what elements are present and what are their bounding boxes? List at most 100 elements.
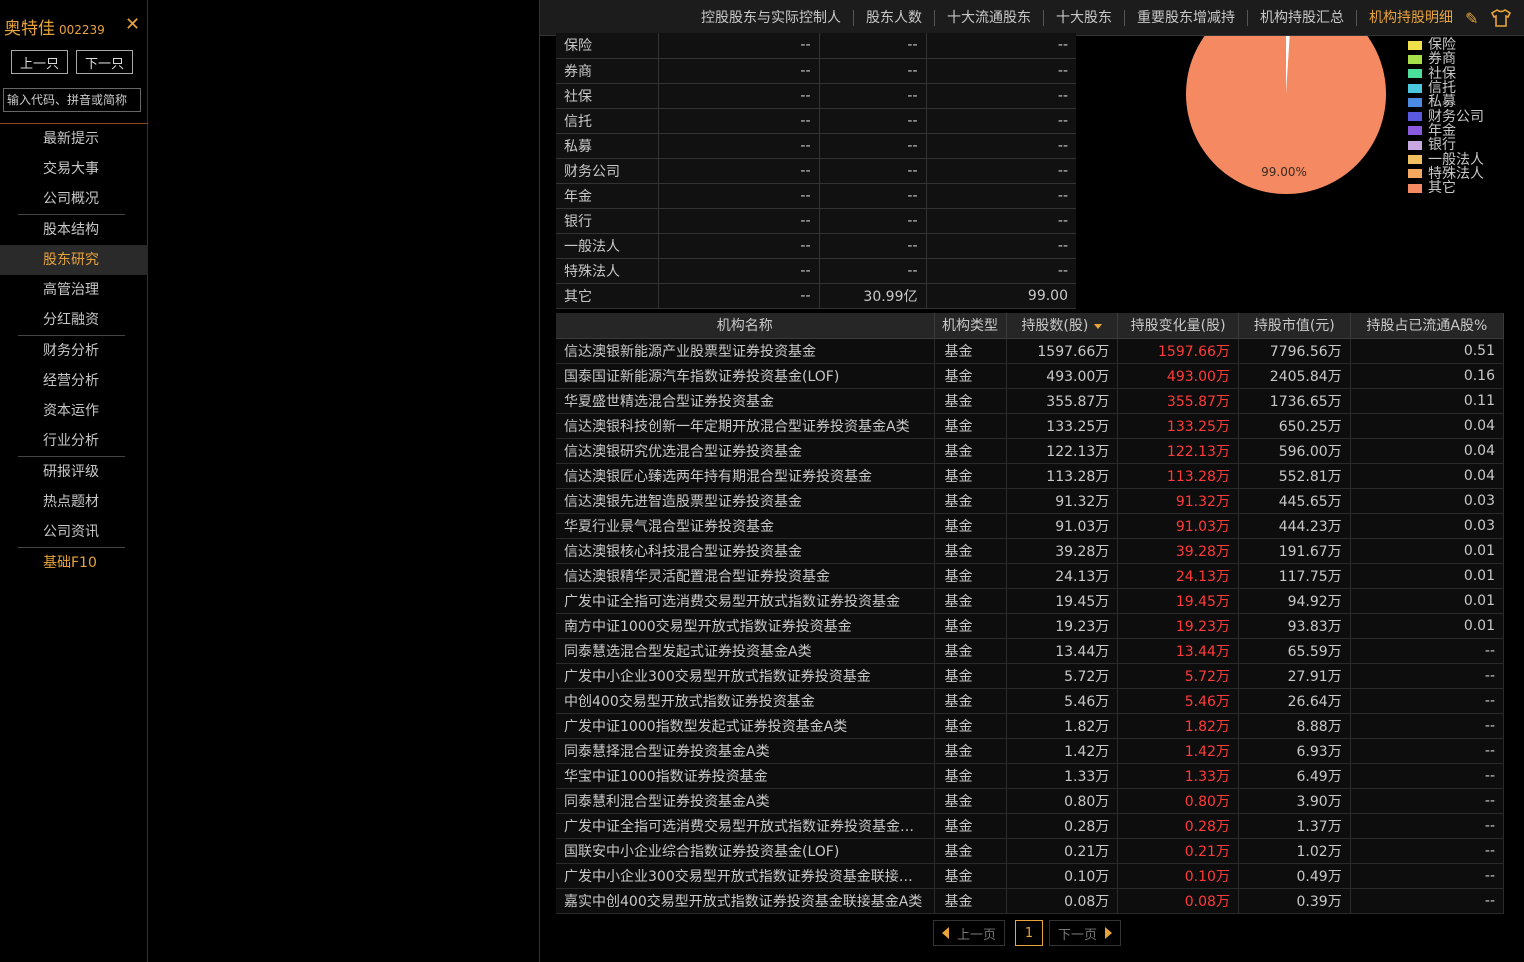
float-ratio: -- [1350, 713, 1505, 739]
sidebar-item[interactable]: 资本运作 [0, 396, 148, 426]
sidebar-item[interactable]: 股本结构 [0, 215, 148, 245]
market-value: 1.02万 [1238, 838, 1351, 864]
shares-change: 122.13万 [1117, 438, 1239, 464]
table-row[interactable]: 国泰国证新能源汽车指数证券投资基金(LOF) 基金 493.00万 493.00万 24… [556, 363, 1505, 389]
sidebar-item[interactable]: 行业分析 [0, 426, 148, 456]
table-row[interactable]: 广发中证1000指数型发起式证券投资基金A类 基金 1.82万 1.82万 8.88万 -… [556, 713, 1505, 739]
prev-stock-button[interactable]: 上一只 [11, 50, 68, 74]
legend-swatch [1408, 40, 1422, 50]
table-row[interactable]: 国联安中小企业综合指数证券投资基金(LOF) 基金 0.21万 0.21万 1.02万 -… [556, 838, 1505, 864]
table-row[interactable]: 同泰慧择混合型证券投资基金A类 基金 1.42万 1.42万 6.93万 -- [556, 738, 1505, 764]
legend-item: 保险 [1408, 38, 1484, 52]
shares-change: 0.08万 [1117, 888, 1239, 914]
table-row[interactable]: 南方中证1000交易型开放式指数证券投资基金 基金 19.23万 19.23万 93.8… [556, 613, 1505, 639]
institution-type: 基金 [934, 463, 1007, 489]
summary-value: -- [658, 208, 820, 234]
table-row[interactable]: 信达澳银核心科技混合型证券投资基金 基金 39.28万 39.28万 191.67万 0.… [556, 538, 1505, 564]
table-row[interactable]: 信达澳银研究优选混合型证券投资基金 基金 122.13万 122.13万 596.00万… [556, 438, 1505, 464]
table-row[interactable]: 中创400交易型开放式指数证券投资基金 基金 5.46万 5.46万 26.64万 -- [556, 688, 1505, 714]
float-ratio: -- [1350, 688, 1505, 714]
sidebar-item[interactable]: 股东研究 [0, 245, 148, 275]
next-stock-button[interactable]: 下一只 [76, 50, 133, 74]
sidebar-menu: 最新提示 交易大事 公司概况 股本结构 股东研究 高管治理 分红融资 财务分析 经营分析 资本运作… [0, 124, 148, 578]
table-row[interactable]: 广发中小企业300交易型开放式指数证券投资基金联接基金... 基金 0.10万 0.1… [556, 863, 1505, 889]
institution-name: 中创400交易型开放式指数证券投资基金 [556, 688, 935, 714]
table-row[interactable]: 华宝中证1000指数证券投资基金 基金 1.33万 1.33万 6.49万 -- [556, 763, 1505, 789]
column-header[interactable]: 持股变化量(股) [1117, 313, 1239, 339]
sidebar-item[interactable]: 基础F10 [0, 548, 148, 578]
institution-type: 基金 [934, 888, 1007, 914]
table-row[interactable]: 同泰慧选混合型发起式证券投资基金A类 基金 13.44万 13.44万 65.59万 -- [556, 638, 1505, 664]
tab[interactable]: 机构持股汇总 [1247, 10, 1356, 26]
shares-change: 0.21万 [1117, 838, 1239, 864]
summary-value: -- [926, 183, 1076, 209]
table-row[interactable]: 信达澳银新能源产业股票型证券投资基金 基金 1597.66万 1597.66万 7796… [556, 338, 1505, 364]
main-panel: 控股股东与实际控制人 股东人数 十大流通股东 十大股东 重要股东增减持 机构持股汇总 机构持… [539, 0, 1524, 962]
institution-name: 华宝中证1000指数证券投资基金 [556, 763, 935, 789]
table-row[interactable]: 同泰慧利混合型证券投资基金A类 基金 0.80万 0.80万 3.90万 -- [556, 788, 1505, 814]
summary-value: -- [926, 108, 1076, 134]
sidebar-item[interactable]: 分红融资 [0, 305, 148, 335]
float-ratio: -- [1350, 763, 1505, 789]
float-ratio: -- [1350, 638, 1505, 664]
shares-change: 1.82万 [1117, 713, 1239, 739]
institution-type: 基金 [934, 513, 1007, 539]
table-row[interactable]: 华夏盛世精选混合型证券投资基金 基金 355.87万 355.87万 1736.65万 0… [556, 388, 1505, 414]
tab[interactable]: 股东人数 [853, 10, 934, 26]
column-header[interactable]: 持股占已流通A股% [1350, 313, 1505, 339]
legend-item: 年金 [1408, 124, 1484, 138]
legend-label: 券商 [1428, 51, 1456, 68]
table-row[interactable]: 嘉实中创400交易型开放式指数证券投资基金联接基金A类 基金 0.08万 0.08万 0… [556, 888, 1505, 914]
tab[interactable]: 控股股东与实际控制人 [689, 10, 853, 26]
stock-search-input[interactable] [3, 88, 141, 112]
table-row[interactable]: 华夏行业景气混合型证券投资基金 基金 91.03万 91.03万 444.23万 0.03 [556, 513, 1505, 539]
tab[interactable]: 十大股东 [1043, 10, 1124, 26]
sidebar-item[interactable]: 经营分析 [0, 366, 148, 396]
table-row[interactable]: 信达澳银精华灵活配置混合型证券投资基金 基金 24.13万 24.13万 117.75万… [556, 563, 1505, 589]
summary-value: -- [926, 58, 1076, 84]
summary-row: 财务公司 -- -- -- [556, 158, 1076, 184]
shirt-icon[interactable] [1490, 9, 1512, 31]
summary-value: 30.99亿 [819, 283, 927, 309]
table-row[interactable]: 信达澳银匠心臻选两年持有期混合型证券投资基金 基金 113.28万 113.28万 55… [556, 463, 1505, 489]
sidebar-item[interactable]: 交易大事 [0, 154, 148, 184]
table-row[interactable]: 信达澳银先进智造股票型证券投资基金 基金 91.32万 91.32万 445.65万 0.… [556, 488, 1505, 514]
summary-row: 年金 -- -- -- [556, 183, 1076, 209]
float-ratio: 0.16 [1350, 363, 1505, 389]
pie-legend: 保险 券商 社保 信托 私募 财务公司 年金 银行 一般法人 特殊法人 其它 [1408, 38, 1484, 195]
next-page-button[interactable]: 下一页 [1049, 920, 1122, 946]
sidebar-item[interactable]: 公司资讯 [0, 517, 148, 547]
institution-type: 基金 [934, 438, 1007, 464]
column-header[interactable]: 持股市值(元) [1238, 313, 1351, 339]
summary-row: 券商 -- -- -- [556, 58, 1076, 84]
tab[interactable]: 重要股东增减持 [1124, 10, 1247, 26]
table-row[interactable]: 广发中证全指可选消费交易型开放式指数证券投资基金发... 基金 0.28万 0.28万… [556, 813, 1505, 839]
page-number-button[interactable]: 1 [1015, 920, 1044, 946]
summary-value: -- [819, 183, 927, 209]
sidebar-item[interactable]: 高管治理 [0, 275, 148, 305]
edit-icon[interactable]: ✎ [1465, 9, 1478, 28]
sidebar-item[interactable]: 财务分析 [0, 336, 148, 366]
stock-name: 奥特佳 [4, 19, 55, 39]
legend-item: 信托 [1408, 81, 1484, 95]
sidebar-item[interactable]: 公司概况 [0, 184, 148, 214]
sidebar-item[interactable]: 研报评级 [0, 457, 148, 487]
legend-item: 银行 [1408, 138, 1484, 152]
sidebar-item[interactable]: 最新提示 [0, 124, 148, 154]
table-row[interactable]: 信达澳银科技创新一年定期开放混合型证券投资基金A类 基金 133.25万 133.25… [556, 413, 1505, 439]
sidebar-item[interactable]: 热点题材 [0, 487, 148, 517]
shares-held: 493.00万 [1006, 363, 1119, 389]
table-row[interactable]: 广发中证全指可选消费交易型开放式指数证券投资基金 基金 19.45万 19.45万 94… [556, 588, 1505, 614]
close-icon[interactable]: ✕ [125, 14, 140, 35]
prev-page-button[interactable]: 上一页 [933, 920, 1006, 946]
table-row[interactable]: 广发中小企业300交易型开放式指数证券投资基金 基金 5.72万 5.72万 27.91… [556, 663, 1505, 689]
column-header[interactable]: 持股数(股) [1006, 313, 1119, 339]
summary-category: 一般法人 [556, 233, 659, 259]
tab[interactable]: 机构持股明细 [1356, 10, 1465, 26]
column-header[interactable]: 机构类型 [934, 313, 1007, 339]
institution-name: 广发中小企业300交易型开放式指数证券投资基金 [556, 663, 935, 689]
institution-type: 基金 [934, 588, 1007, 614]
column-header[interactable]: 机构名称 [556, 313, 935, 339]
institution-type: 基金 [934, 488, 1007, 514]
tab[interactable]: 十大流通股东 [934, 10, 1043, 26]
